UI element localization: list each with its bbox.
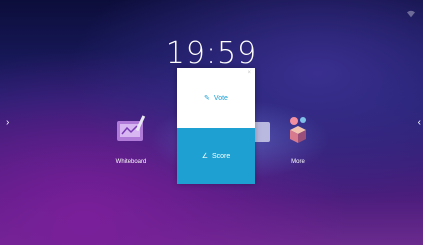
whiteboard-icon (117, 115, 146, 141)
app-label: Whiteboard (115, 159, 147, 165)
vote-button[interactable]: ✎ Vote (177, 68, 255, 128)
app-whiteboard[interactable]: Whiteboard (101, 112, 161, 165)
ruler-angle-icon: ∠ (201, 153, 208, 160)
clock: 19:59 (165, 36, 258, 71)
vote-label: Vote (213, 94, 228, 102)
close-icon[interactable]: × (247, 70, 251, 76)
nav-right-arrow[interactable]: ‹ (418, 118, 421, 128)
score-label: Score (211, 152, 231, 160)
app-label: More (291, 159, 305, 165)
more-apps-icon (290, 117, 306, 143)
wifi-icon (407, 10, 415, 18)
app-more[interactable]: More (268, 112, 328, 165)
nav-left-arrow[interactable]: › (6, 118, 9, 128)
vote-score-popup: ✎ Vote × ∠ Score (177, 68, 255, 184)
pencil-icon: ✎ (204, 95, 210, 102)
score-button[interactable]: ∠ Score (177, 128, 255, 184)
